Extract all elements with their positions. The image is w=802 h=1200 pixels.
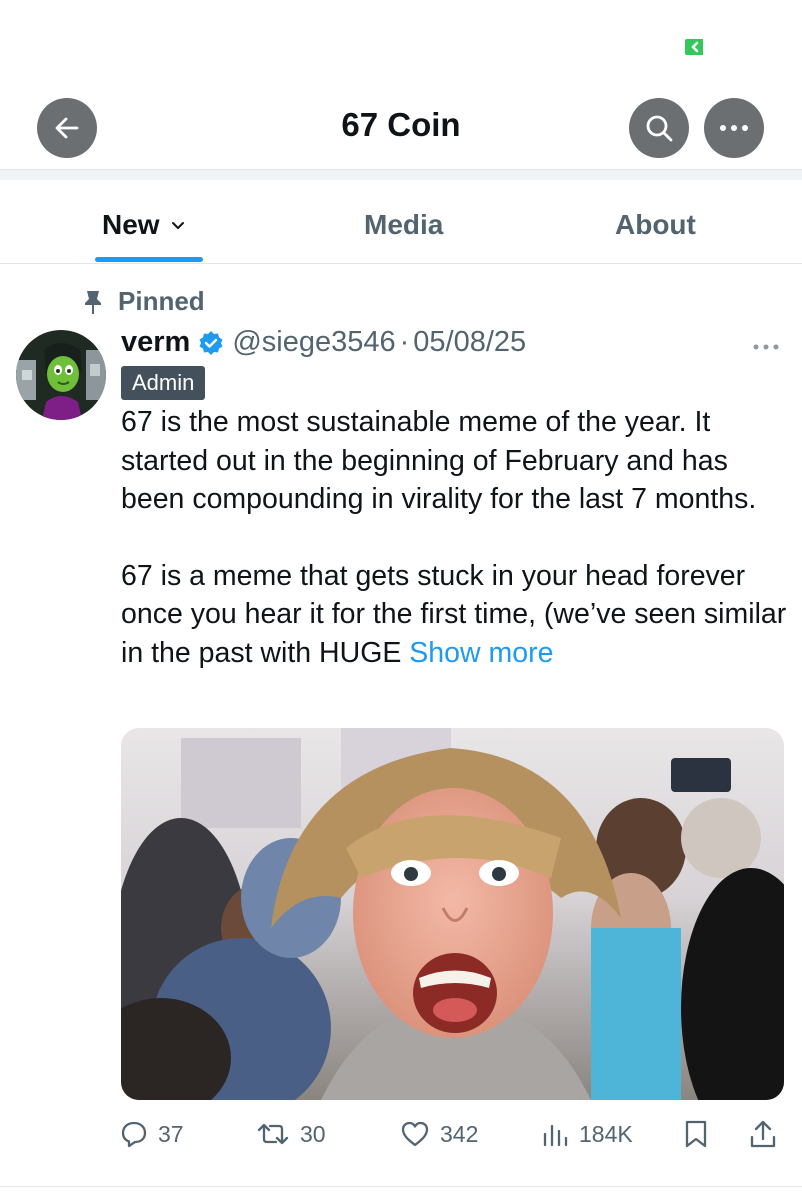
share-button[interactable] — [749, 1116, 777, 1152]
tab-media[interactable]: Media — [364, 205, 443, 245]
post-divider — [0, 1186, 802, 1187]
post-paragraph-2: 67 is a meme that gets stuck in your hea… — [121, 557, 791, 673]
views-button[interactable]: 184K — [541, 1116, 633, 1152]
post-author-line: verm @siege3546 · 05/08/25 — [121, 326, 526, 359]
more-options-button[interactable] — [704, 98, 764, 158]
view-count: 184K — [579, 1120, 633, 1147]
share-icon — [750, 1120, 776, 1148]
tab-new-label: New — [102, 209, 160, 240]
pinned-label: Pinned — [118, 286, 205, 316]
tab-about[interactable]: About — [615, 205, 696, 245]
header-divider — [0, 169, 802, 180]
pinned-indicator: Pinned — [82, 286, 205, 317]
author-handle[interactable]: @siege3546 — [232, 326, 395, 359]
author-name[interactable]: verm — [121, 326, 190, 359]
chevron-down-icon — [171, 222, 184, 229]
battery-icon — [685, 39, 703, 55]
tabs-divider — [0, 263, 802, 264]
tab-media-label: Media — [364, 209, 444, 240]
reply-button[interactable]: 37 — [120, 1116, 184, 1152]
search-icon — [646, 115, 673, 142]
pin-icon — [85, 290, 101, 314]
meta-separator: · — [399, 326, 410, 358]
tab-new[interactable]: New — [102, 205, 188, 245]
heart-icon — [401, 1121, 429, 1147]
bookmark-icon — [685, 1120, 707, 1148]
show-more-link[interactable]: Show more — [409, 637, 553, 669]
post-more-icon[interactable] — [752, 330, 780, 358]
repost-count: 30 — [300, 1120, 326, 1147]
avatar[interactable] — [16, 330, 106, 420]
repost-icon — [257, 1123, 289, 1145]
views-bar-chart-icon — [543, 1124, 568, 1147]
active-tab-indicator — [95, 257, 203, 262]
like-button[interactable]: 342 — [400, 1116, 478, 1152]
post-body: 67 is the most sustainable meme of the y… — [121, 403, 791, 672]
admin-badge: Admin — [121, 366, 206, 400]
search-button[interactable] — [629, 98, 689, 158]
reply-icon — [121, 1121, 147, 1148]
verified-badge-icon — [199, 330, 223, 355]
like-count: 342 — [440, 1120, 479, 1147]
post-paragraph-1: 67 is the most sustainable meme of the y… — [121, 406, 757, 515]
bookmark-button[interactable] — [683, 1116, 709, 1152]
repost-button[interactable]: 30 — [256, 1116, 326, 1152]
post-date[interactable]: 05/08/25 — [413, 326, 526, 359]
post-media-image[interactable] — [121, 728, 784, 1100]
tab-about-label: About — [615, 209, 696, 240]
reply-count: 37 — [158, 1120, 184, 1147]
more-horizontal-icon — [720, 125, 748, 131]
